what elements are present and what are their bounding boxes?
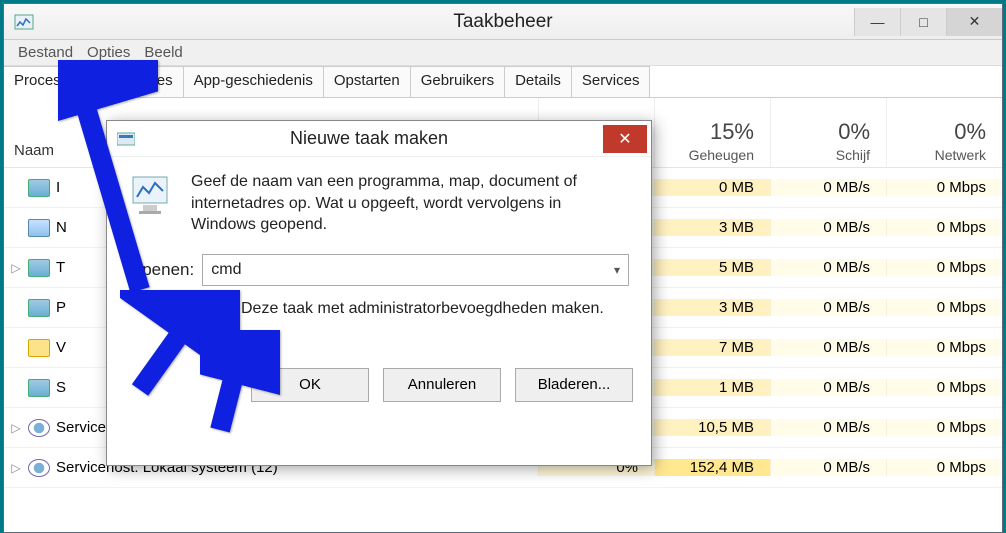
run-program-icon [129, 171, 177, 219]
network-cell: 0 Mbps [886, 419, 1002, 436]
process-icon [28, 419, 50, 437]
network-cell: 0 Mbps [886, 259, 1002, 276]
open-value: cmd [211, 261, 241, 279]
process-icon [28, 259, 50, 277]
disk-cell: 0 MB/s [770, 419, 886, 436]
titlebar[interactable]: Taakbeheer — □ ✕ [4, 4, 1002, 40]
process-icon [28, 379, 50, 397]
dialog-title: Nieuwe taak maken [135, 128, 603, 149]
expand-icon[interactable]: ▷ [4, 421, 28, 435]
network-cell: 0 Mbps [886, 379, 1002, 396]
memory-cell: 3 MB [654, 299, 770, 316]
disk-cell: 0 MB/s [770, 299, 886, 316]
run-dialog-icon [117, 131, 135, 147]
network-cell: 0 Mbps [886, 219, 1002, 236]
window-title: Taakbeheer [4, 11, 1002, 33]
dialog-close-button[interactable]: ✕ [603, 125, 647, 153]
memory-cell: 3 MB [654, 219, 770, 236]
close-button[interactable]: ✕ [946, 8, 1002, 36]
maximize-button[interactable]: □ [900, 8, 946, 36]
tab-performance[interactable]: Prestaties [96, 66, 184, 97]
menu-file[interactable]: Bestand [12, 42, 79, 63]
column-network[interactable]: 0% Netwerk [886, 98, 1002, 167]
expand-icon[interactable]: ▷ [4, 261, 28, 275]
window-controls: — □ ✕ [854, 8, 1002, 36]
expand-icon[interactable]: ▷ [4, 461, 28, 475]
admin-checkbox[interactable] [217, 301, 233, 317]
cancel-button[interactable]: Annuleren [383, 368, 501, 402]
tab-row: Processen Prestaties App-geschiedenis Op… [4, 66, 1002, 98]
column-disk[interactable]: 0% Schijf [770, 98, 886, 167]
dialog-titlebar[interactable]: Nieuwe taak maken ✕ [107, 121, 651, 157]
network-cell: 0 Mbps [886, 339, 1002, 356]
disk-cell: 0 MB/s [770, 379, 886, 396]
process-icon [28, 299, 50, 317]
memory-cell: 1 MB [654, 379, 770, 396]
process-icon [28, 339, 50, 357]
task-manager-icon [14, 12, 34, 32]
open-combobox[interactable]: cmd ▾ [202, 254, 629, 286]
admin-checkbox-label: Deze taak met administratorbevoegdheden … [241, 300, 604, 318]
dialog-description: Geef de naam van een programma, map, doc… [191, 171, 629, 236]
process-icon [28, 459, 50, 477]
process-icon [28, 219, 50, 237]
disk-cell: 0 MB/s [770, 179, 886, 196]
network-cell: 0 Mbps [886, 299, 1002, 316]
memory-cell: 5 MB [654, 259, 770, 276]
minimize-button[interactable]: — [854, 8, 900, 36]
network-cell: 0 Mbps [886, 179, 1002, 196]
memory-cell: 10,5 MB [654, 419, 770, 436]
network-cell: 0 Mbps [886, 459, 1002, 476]
tab-services[interactable]: Services [572, 66, 651, 97]
process-icon [28, 179, 50, 197]
new-task-dialog: Nieuwe taak maken ✕ Geef de naam van een… [106, 120, 652, 466]
disk-cell: 0 MB/s [770, 219, 886, 236]
ok-button[interactable]: OK [251, 368, 369, 402]
menu-options[interactable]: Opties [81, 42, 136, 63]
menubar: Bestand Opties Beeld [4, 40, 1002, 66]
column-memory[interactable]: 15% Geheugen [654, 98, 770, 167]
browse-button[interactable]: Bladeren... [515, 368, 633, 402]
memory-cell: 152,4 MB [654, 459, 770, 476]
tab-startup[interactable]: Opstarten [324, 66, 411, 97]
open-label: Openen: [129, 260, 194, 280]
memory-cell: 0 MB [654, 179, 770, 196]
menu-view[interactable]: Beeld [138, 42, 188, 63]
chevron-down-icon: ▾ [614, 263, 620, 277]
tab-processes[interactable]: Processen [4, 66, 96, 98]
disk-cell: 0 MB/s [770, 459, 886, 476]
tab-details[interactable]: Details [505, 66, 572, 97]
disk-cell: 0 MB/s [770, 339, 886, 356]
disk-cell: 0 MB/s [770, 259, 886, 276]
tab-users[interactable]: Gebruikers [411, 66, 505, 97]
tab-app-history[interactable]: App-geschiedenis [184, 66, 324, 97]
memory-cell: 7 MB [654, 339, 770, 356]
